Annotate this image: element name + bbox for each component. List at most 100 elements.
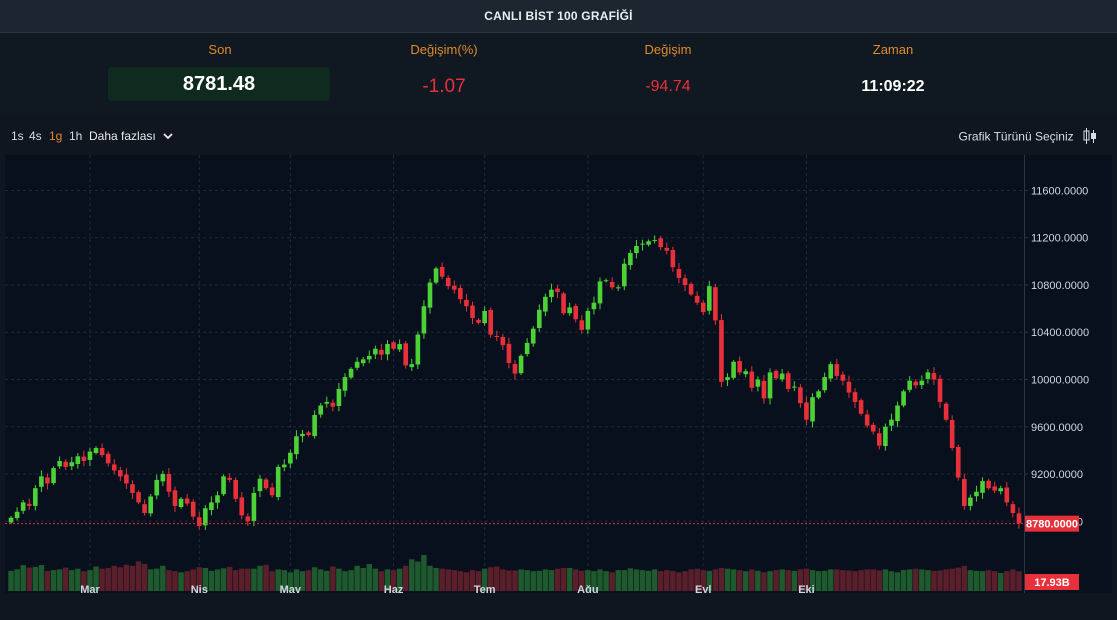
candle-body[interactable]: [816, 391, 821, 398]
candle-body[interactable]: [154, 479, 160, 496]
candle-body[interactable]: [585, 310, 591, 330]
candle-body[interactable]: [118, 470, 123, 477]
candle-body[interactable]: [500, 336, 506, 346]
candle-body[interactable]: [798, 387, 803, 404]
candle-body[interactable]: [628, 253, 633, 266]
candle-body[interactable]: [336, 388, 342, 406]
candle-body[interactable]: [275, 466, 281, 498]
candle-body[interactable]: [172, 490, 178, 506]
candle-body[interactable]: [688, 283, 694, 295]
candle-body[interactable]: [391, 342, 396, 349]
candle-body[interactable]: [846, 381, 852, 393]
candle-body[interactable]: [348, 368, 354, 378]
candle-body[interactable]: [136, 492, 141, 503]
candle-body[interactable]: [579, 320, 585, 330]
candle-body[interactable]: [51, 468, 56, 484]
candle-body[interactable]: [986, 480, 991, 489]
timeframe-1h[interactable]: 1h: [69, 129, 82, 143]
candle-body[interactable]: [464, 299, 469, 307]
candle-body[interactable]: [93, 448, 99, 453]
candle-body[interactable]: [245, 516, 251, 522]
candle-body[interactable]: [445, 277, 451, 287]
candle-body[interactable]: [190, 501, 196, 517]
candle-body[interactable]: [269, 487, 275, 496]
candle-body[interactable]: [889, 419, 894, 426]
candle-body[interactable]: [1004, 487, 1010, 503]
candle-body[interactable]: [306, 432, 311, 436]
more-timeframes-button[interactable]: Daha fazlası: [89, 129, 173, 143]
candle-body[interactable]: [33, 488, 38, 506]
candle-body[interactable]: [737, 361, 742, 373]
candle-body[interactable]: [761, 380, 767, 399]
candle-body[interactable]: [482, 310, 487, 324]
candle-body[interactable]: [561, 293, 566, 314]
candle-body[interactable]: [227, 477, 232, 480]
candle-body[interactable]: [998, 488, 1004, 492]
candle-body[interactable]: [397, 344, 402, 350]
candle-body[interactable]: [591, 302, 597, 310]
chart-type-selector[interactable]: Grafik Türünü Seçiniz: [958, 128, 1097, 147]
candle-body[interactable]: [840, 374, 846, 381]
candle-body[interactable]: [955, 446, 961, 478]
candle-body[interactable]: [470, 305, 475, 319]
candle-body[interactable]: [609, 282, 615, 288]
candle-body[interactable]: [773, 370, 779, 379]
candle-body[interactable]: [63, 461, 68, 467]
candle-body[interactable]: [749, 371, 755, 388]
candle-body[interactable]: [980, 481, 985, 493]
candle-body[interactable]: [288, 452, 293, 464]
candle-body[interactable]: [925, 372, 931, 379]
candle-body[interactable]: [360, 359, 366, 364]
candle-body[interactable]: [992, 486, 997, 491]
candle-body[interactable]: [8, 517, 14, 523]
candle-body[interactable]: [676, 269, 682, 278]
candlestick-chart[interactable]: 11600.0000 11200.0000 10800.0000 10400.0000…: [5, 155, 1112, 593]
candle-body[interactable]: [26, 503, 32, 506]
candle-body[interactable]: [184, 498, 190, 504]
candle-body[interactable]: [779, 373, 785, 380]
candle-body[interactable]: [913, 381, 919, 386]
candle-body[interactable]: [239, 497, 245, 516]
candle-body[interactable]: [791, 386, 797, 388]
candle-body[interactable]: [974, 491, 979, 497]
candle-body[interactable]: [373, 348, 378, 355]
candle-body[interactable]: [124, 474, 129, 484]
candle-body[interactable]: [494, 336, 500, 338]
candle-body[interactable]: [439, 267, 445, 277]
candle-body[interactable]: [281, 464, 287, 468]
candle-body[interactable]: [536, 309, 542, 328]
candle-body[interactable]: [713, 287, 718, 321]
candle-body[interactable]: [196, 517, 202, 527]
candle-body[interactable]: [233, 479, 239, 499]
candle-body[interactable]: [785, 373, 791, 389]
candle-body[interactable]: [379, 349, 384, 355]
candle-body[interactable]: [75, 456, 81, 464]
candle-body[interactable]: [877, 433, 882, 446]
candle-body[interactable]: [646, 241, 651, 245]
candle-body[interactable]: [555, 288, 560, 293]
candle-body[interactable]: [20, 502, 26, 511]
candle-body[interactable]: [263, 479, 269, 489]
candle-body[interactable]: [330, 402, 336, 407]
candle-body[interactable]: [458, 287, 463, 300]
candle-body[interactable]: [130, 484, 135, 493]
candle-body[interactable]: [166, 474, 172, 492]
candle-body[interactable]: [937, 378, 943, 402]
candle-body[interactable]: [949, 420, 955, 449]
candle-body[interactable]: [931, 373, 937, 380]
candle-body[interactable]: [719, 320, 724, 382]
candle-body[interactable]: [615, 287, 621, 289]
candle-body[interactable]: [864, 414, 870, 426]
candle-body[interactable]: [530, 328, 536, 344]
candle-body[interactable]: [664, 247, 670, 251]
candle-body[interactable]: [524, 342, 530, 355]
candle-body[interactable]: [87, 451, 93, 460]
candle-body[interactable]: [342, 377, 348, 391]
candle-body[interactable]: [767, 372, 773, 399]
candle-body[interactable]: [354, 361, 360, 368]
candle-body[interactable]: [658, 238, 664, 248]
candle-body[interactable]: [215, 495, 220, 503]
candle-body[interactable]: [804, 402, 809, 420]
candle-body[interactable]: [512, 364, 518, 374]
candle-body[interactable]: [257, 478, 263, 492]
